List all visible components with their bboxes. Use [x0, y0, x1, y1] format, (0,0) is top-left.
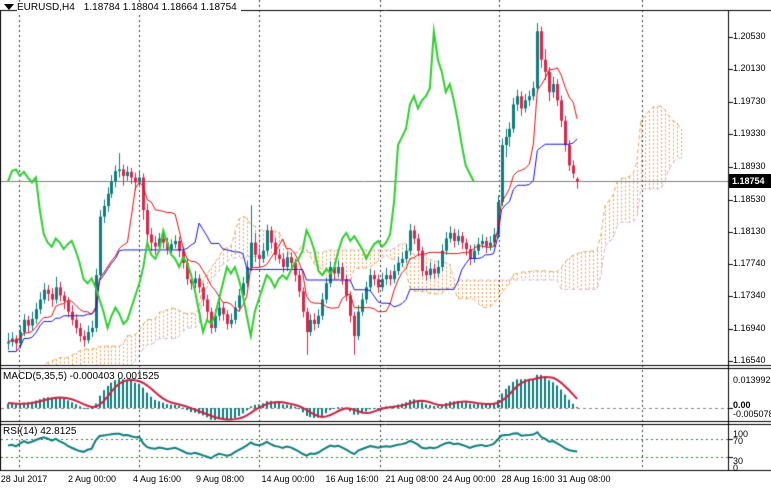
- time-axis-label: 2 Aug 00:00: [68, 475, 116, 484]
- time-axis-label: 28 Aug 16:00: [501, 475, 554, 484]
- time-axis-label: 4 Aug 16:00: [133, 475, 181, 484]
- price-axis-label: 1.18130: [733, 227, 766, 236]
- time-axis-label: 31 Aug 08:00: [557, 475, 610, 484]
- price-axis-label: 1.18530: [733, 195, 766, 204]
- price-axis-label: 1.17740: [733, 259, 766, 268]
- price-axis-label: 1.16540: [733, 356, 766, 365]
- symbol-period-label: EURUSD,H4: [17, 2, 75, 13]
- ohlc-values: 1.18784 1.18804 1.18664 1.18754: [84, 2, 237, 13]
- price-axis-label: 1.20130: [733, 64, 766, 73]
- current-price-tag: 1.18754: [729, 174, 771, 188]
- time-axis-label: 21 Aug 08:00: [385, 475, 438, 484]
- rsi-indicator-label: RSI(14) 42.8125: [3, 426, 76, 437]
- price-axis-label: 1.19730: [733, 97, 766, 106]
- price-axis-label: 1.18930: [733, 162, 766, 171]
- time-axis-label: 9 Aug 08:00: [196, 475, 244, 484]
- price-axis-label: 1.19330: [733, 129, 766, 138]
- chart-title: EURUSD,H4 1.18784 1.18804 1.18664 1.18754: [17, 2, 241, 14]
- macd-indicator-label: MACD(5,35,5) -0.000403 0.001525: [3, 371, 159, 382]
- time-axis-label: 16 Aug 16:00: [325, 475, 378, 484]
- time-axis-label: 24 Aug 00:00: [442, 475, 495, 484]
- mt4-chart-window: EURUSD,H4 1.18784 1.18804 1.18664 1.18754…: [0, 0, 771, 494]
- price-axis-label: 1.16940: [733, 324, 766, 333]
- macd-axis-label: 0.013992: [733, 376, 771, 385]
- macd-axis-label: -0.005078: [733, 410, 771, 419]
- symbol-dropdown-icon[interactable]: [4, 4, 14, 10]
- rsi-axis-label: 70: [733, 437, 743, 446]
- time-axis-label: 14 Aug 00:00: [261, 475, 314, 484]
- chart-canvas[interactable]: [0, 0, 771, 494]
- price-axis-label: 1.20530: [733, 32, 766, 41]
- rsi-axis-label: 0: [733, 464, 738, 473]
- time-axis-label: 28 Jul 2017: [1, 475, 48, 484]
- price-axis-label: 1.17340: [733, 291, 766, 300]
